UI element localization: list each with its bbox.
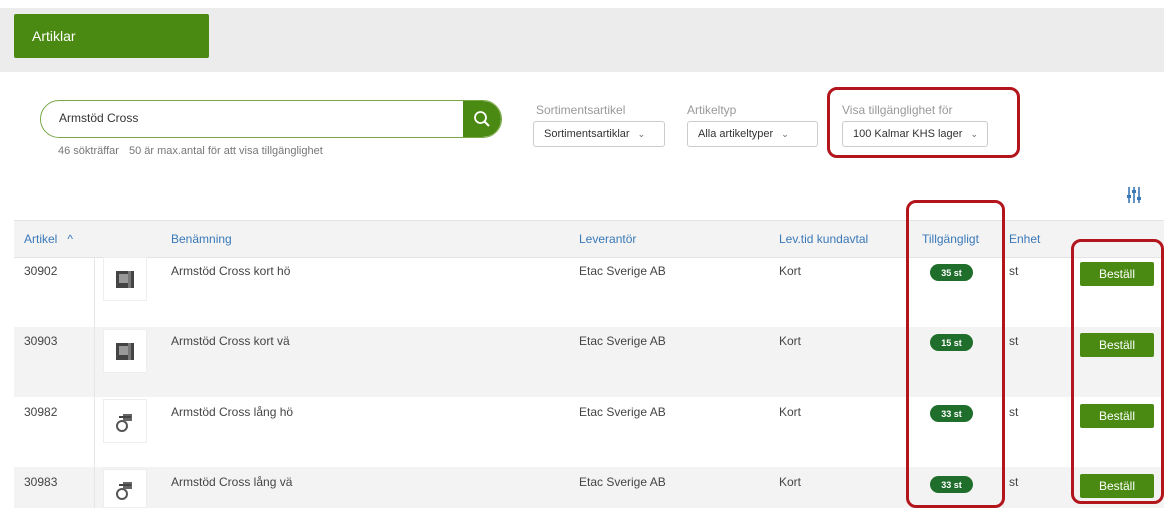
sort-caret-up-icon: ^ [67,232,73,246]
sortiment-select[interactable]: Sortimentsartiklar ⌄ [533,121,665,147]
cell-artikel: 30983 [24,475,58,489]
tab-artiklar[interactable]: Artiklar [14,14,209,58]
max-availability-note: 50 är max.antal för att visa tillgänglig… [128,145,323,157]
header-levtid[interactable]: Lev.tid kundavtal [779,232,868,246]
cell-benamning[interactable]: Armstöd Cross lång vä [171,475,292,489]
header-enhet[interactable]: Enhet [1009,232,1040,246]
search-icon [474,111,490,127]
chevron-down-icon: ⌄ [781,128,789,139]
product-thumbnail[interactable] [103,399,147,443]
cell-leverantor: Etac Sverige AB [579,334,666,348]
cell-enhet: st [1009,475,1019,489]
cell-levtid: Kort [779,405,802,419]
cell-artikel: 30903 [24,334,58,348]
column-settings-button[interactable] [1126,186,1142,207]
cell-enhet: st [1009,264,1019,278]
hits-count: 46 sökträffar [58,145,119,157]
cell-artikel: 30902 [24,264,58,278]
column-settings-icon [1127,187,1141,203]
product-thumbnail[interactable] [103,257,147,301]
highlight-availability-column [906,200,1005,508]
header-artikel-label: Artikel [24,232,58,246]
cell-enhet: st [1009,405,1019,419]
header-leverantor[interactable]: Leverantör [579,232,636,246]
column-divider [94,257,95,508]
search-input[interactable] [57,110,461,126]
cell-leverantor: Etac Sverige AB [579,475,666,489]
search-box [40,100,502,138]
cell-leverantor: Etac Sverige AB [579,264,666,278]
cell-benamning[interactable]: Armstöd Cross kort hö [171,264,290,278]
search-hits: 46 sökträffar 50 är max.antal för att vis… [58,145,333,157]
cell-benamning[interactable]: Armstöd Cross kort vä [171,334,290,348]
highlight-availability-filter [827,87,1020,158]
artikeltyp-select[interactable]: Alla artikeltyper ⌄ [687,121,818,147]
product-thumbnail[interactable] [103,469,147,508]
search-button[interactable] [463,101,501,137]
highlight-order-column [1071,239,1164,504]
artikeltyp-label: Artikeltyp [687,103,737,117]
sortiment-label: Sortimentsartikel [536,103,626,117]
cell-leverantor: Etac Sverige AB [579,405,666,419]
chevron-down-icon: ⌄ [637,128,646,139]
header-artikel[interactable]: Artikel ^ [24,232,73,246]
cell-levtid: Kort [779,264,802,278]
cell-levtid: Kort [779,475,802,489]
artikeltyp-value: Alla artikeltyper [698,128,774,140]
header-benamning[interactable]: Benämning [171,232,232,246]
sortiment-value: Sortimentsartiklar [544,128,630,140]
product-thumbnail[interactable] [103,329,147,373]
cell-levtid: Kort [779,334,802,348]
cell-benamning[interactable]: Armstöd Cross lång hö [171,405,293,419]
cell-enhet: st [1009,334,1019,348]
cell-artikel: 30982 [24,405,58,419]
